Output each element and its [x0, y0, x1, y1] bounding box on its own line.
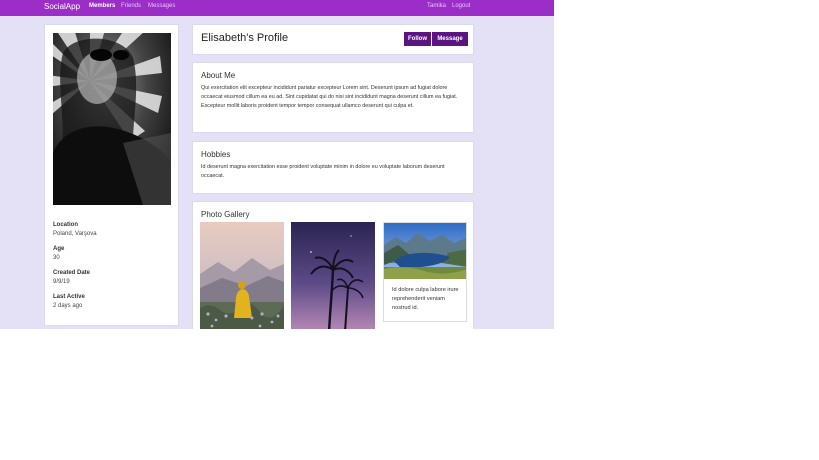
gallery-photo-lake-image [384, 223, 466, 279]
gallery-caption: Id dolore culpa labore irure reprehender… [392, 287, 459, 311]
app-viewport: SocialApp Members Friends Messages Tamik… [0, 0, 554, 329]
nav-logout[interactable]: Logout [452, 3, 470, 9]
profile-sidebar-card: Location Poland, Varşova Age 30 Created … [44, 24, 179, 326]
about-card: About Me Qui exercitation elit excepteur… [192, 62, 474, 133]
about-text: Qui exercitation elit excepteur incididu… [201, 85, 458, 110]
gallery-photo-yellow-coat[interactable] [200, 222, 284, 329]
hobbies-heading: Hobbies [201, 150, 231, 159]
stat-label-location: Location [53, 222, 78, 228]
gallery-photo-yellow-coat-image [200, 222, 284, 329]
stat-value-location: Poland, Varşova [53, 231, 97, 237]
message-button[interactable]: Message [432, 32, 468, 46]
stat-value-created: 9/9/19 [53, 279, 70, 285]
hobbies-text: Id deserunt magna exercitation esse proi… [201, 164, 445, 180]
gallery-heading: Photo Gallery [201, 210, 250, 219]
about-heading: About Me [201, 71, 236, 80]
brand-logo[interactable]: SocialApp [44, 2, 80, 11]
profile-photo-image [53, 33, 171, 205]
profile-header-card: Elisabeth's Profile Follow Message [192, 24, 474, 55]
gallery-photo-palms[interactable] [291, 222, 375, 329]
top-navbar: SocialApp Members Friends Messages Tamik… [0, 0, 554, 16]
follow-button[interactable]: Follow [404, 32, 431, 46]
stat-label-age: Age [53, 246, 65, 252]
nav-members[interactable]: Members [89, 3, 115, 9]
stat-value-age: 30 [53, 255, 60, 261]
hobbies-card: Hobbies Id deserunt magna exercitation e… [192, 141, 474, 194]
nav-messages[interactable]: Messages [148, 3, 175, 9]
nav-user[interactable]: Tamika [427, 3, 446, 9]
profile-photo [53, 33, 171, 205]
gallery-photo-palms-image [291, 222, 375, 329]
gallery-captioned-card[interactable]: Id dolore culpa labore irure reprehender… [383, 222, 467, 322]
stat-label-last-active: Last Active [53, 294, 85, 300]
nav-friends[interactable]: Friends [121, 3, 141, 9]
photo-gallery-card: Photo Gallery Id dolore culpa labore iru… [192, 201, 474, 329]
page-title: Elisabeth's Profile [201, 32, 289, 44]
stat-value-last-active: 2 days ago [53, 303, 83, 309]
stat-label-created: Created Date [53, 270, 91, 276]
